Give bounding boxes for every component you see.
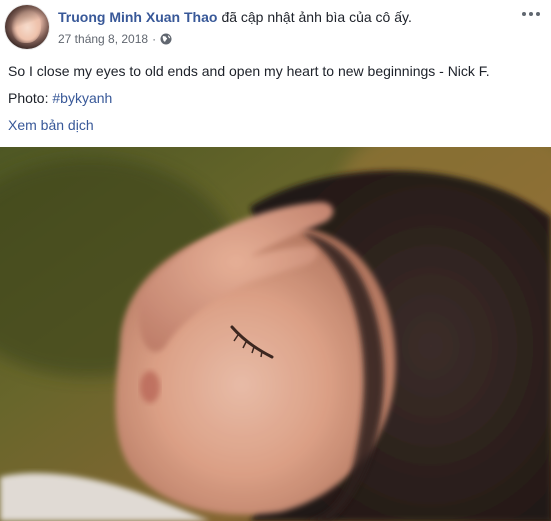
- meta-separator: ·: [152, 32, 157, 46]
- dot: [529, 12, 533, 16]
- photo-credit-label: Photo:: [8, 90, 53, 106]
- post-text-credit: Photo: #bykyanh: [8, 89, 112, 107]
- see-translation-link[interactable]: Xem bản dịch: [8, 116, 94, 134]
- post-action-text: đã cập nhật ảnh bìa của cô ấy.: [221, 9, 412, 25]
- avatar[interactable]: [5, 5, 49, 49]
- post-text-quote: So I close my eyes to old ends and open …: [8, 63, 490, 79]
- post-timestamp[interactable]: 27 tháng 8, 2018: [58, 31, 148, 47]
- dot: [536, 12, 540, 16]
- globe-icon[interactable]: [160, 33, 172, 45]
- post-header: Truong Minh Xuan Thao đã cập nhật ảnh bìa…: [0, 0, 551, 56]
- more-options-icon[interactable]: [519, 6, 543, 22]
- facebook-post: Truong Minh Xuan Thao đã cập nhật ảnh bìa…: [0, 0, 551, 521]
- dot: [522, 12, 526, 16]
- post-meta: 27 tháng 8, 2018 ·: [58, 31, 172, 47]
- cover-photo-image: [0, 147, 551, 521]
- post-title-line: Truong Minh Xuan Thao đã cập nhật ảnh bìa…: [58, 8, 412, 26]
- hashtag-link[interactable]: #bykyanh: [52, 90, 112, 106]
- cover-photo[interactable]: [0, 147, 551, 521]
- author-name-link[interactable]: Truong Minh Xuan Thao: [58, 9, 217, 25]
